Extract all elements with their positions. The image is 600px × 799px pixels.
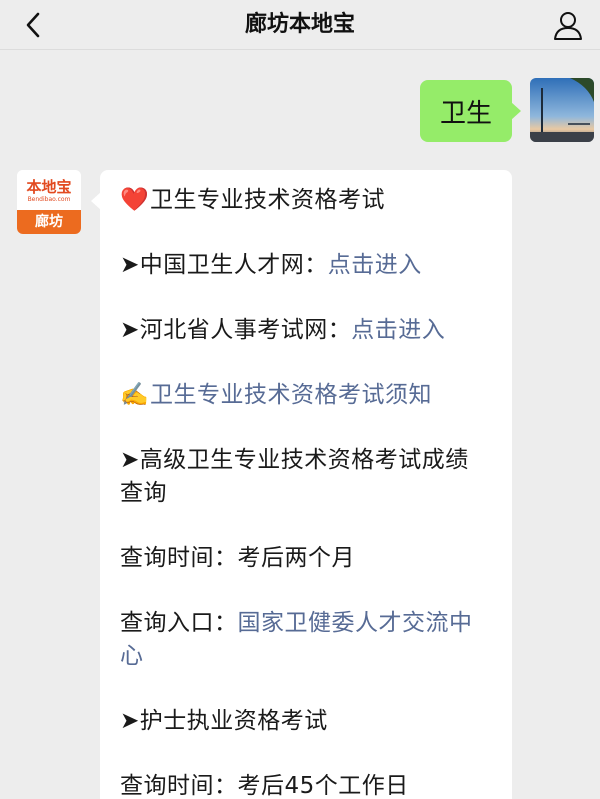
official-account-avatar[interactable]: 本地宝 Bendibao.com 廊坊 [17, 170, 81, 234]
message-line-link: 查询入口：国家卫健委人才交流中心 [120, 607, 492, 673]
user-avatar[interactable] [530, 78, 594, 142]
message-line-link: ➤河北省人事考试网：点击进入 [120, 314, 492, 347]
chat-title: 廊坊本地宝 [244, 12, 355, 37]
line-text: 查询时间：考后45个工作日 [120, 773, 409, 799]
heart-icon: ❤️ [120, 187, 150, 213]
enter-link-1[interactable]: 点击进入 [328, 252, 422, 278]
line-text: ➤高级卫生专业技术资格考试成绩查询 [120, 447, 469, 506]
message-line-text: ➤护士执业资格考试 [120, 705, 492, 738]
logo-domain-text: Bendibao.com [27, 196, 71, 203]
line-prefix: 查询入口： [120, 610, 238, 636]
logo-brand-text: 本地宝 [26, 178, 72, 196]
message-line-text: 查询时间：考后45个工作日 [120, 770, 492, 799]
message-line-link: ✍️卫生专业技术资格考试须知 [120, 379, 492, 412]
enter-link-2[interactable]: 点击进入 [351, 317, 445, 343]
avatar-photo [530, 78, 594, 142]
line-text: 查询时间：考后两个月 [120, 545, 355, 571]
message-line-text: 查询时间：考后两个月 [120, 542, 492, 575]
message-line-heading: ❤️卫生专业技术资格考试 [120, 184, 492, 217]
exam-notice-link[interactable]: 卫生专业技术资格考试须知 [150, 382, 432, 408]
message-line-text: ➤高级卫生专业技术资格考试成绩查询 [120, 444, 492, 510]
logo-city-text: 廊坊 [17, 210, 81, 234]
line-text: ➤护士执业资格考试 [120, 708, 328, 734]
outgoing-message-bubble[interactable]: 卫生 [420, 80, 521, 142]
line-prefix: ➤中国卫生人才网： [120, 252, 328, 278]
top-navigation-bar: 廊坊本地宝 [0, 0, 600, 50]
message-line-link: ➤中国卫生人才网：点击进入 [120, 249, 492, 282]
user-icon[interactable] [552, 9, 584, 41]
line-prefix: ➤河北省人事考试网： [120, 317, 352, 343]
incoming-message-bubble: ❤️卫生专业技术资格考试 ➤中国卫生人才网：点击进入 ➤河北省人事考试网：点击进… [91, 170, 512, 799]
line-text: 卫生专业技术资格考试 [150, 187, 385, 213]
writing-hand-icon: ✍️ [120, 382, 150, 408]
outgoing-message-text: 卫生 [439, 98, 492, 129]
